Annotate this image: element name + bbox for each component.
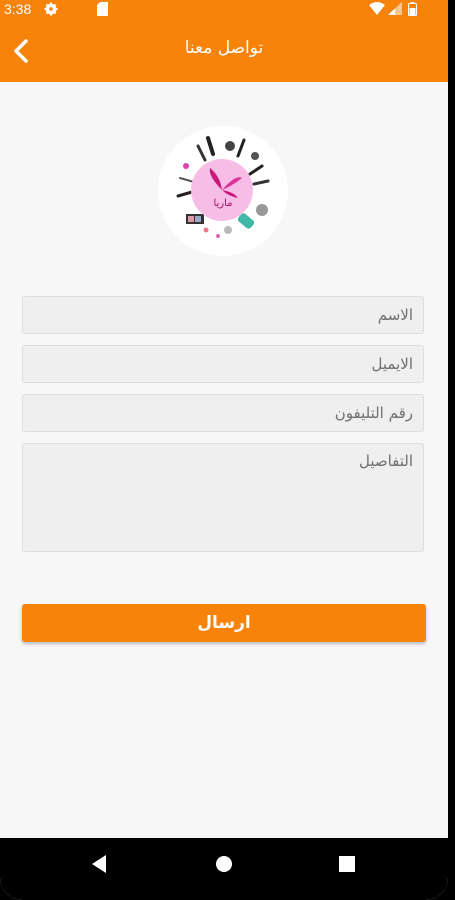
makeup-logo-graphic: [176, 136, 270, 238]
name-field[interactable]: [22, 296, 424, 334]
recents-square-icon[interactable]: [338, 854, 356, 878]
logo-text: ماريا: [213, 198, 233, 209]
name-input[interactable]: [23, 297, 423, 333]
signal-icon: [388, 2, 402, 19]
wifi-icon: [369, 2, 385, 19]
sd-card-icon: [97, 2, 108, 20]
details-field[interactable]: [22, 443, 424, 552]
details-textarea[interactable]: [23, 444, 423, 551]
status-bar: 3:38: [0, 0, 448, 20]
system-nav-bar: [0, 838, 448, 900]
submit-button[interactable]: ارسال: [22, 604, 426, 642]
back-triangle-icon[interactable]: [90, 854, 108, 878]
battery-icon: [408, 2, 417, 20]
status-time: 3:38: [4, 1, 32, 17]
email-input[interactable]: [23, 346, 423, 382]
app-screen: 3:38 تواصل معنا ماريا الاسم الايميل رقم …: [0, 0, 448, 900]
phone-field[interactable]: [22, 394, 424, 432]
settings-icon: [44, 2, 58, 20]
home-circle-icon[interactable]: [215, 854, 233, 878]
phone-input[interactable]: [23, 395, 423, 431]
app-bar: 3:38 تواصل معنا: [0, 0, 448, 82]
email-field[interactable]: [22, 345, 424, 383]
brand-logo: ماريا: [158, 126, 288, 256]
page-title: تواصل معنا: [184, 38, 264, 58]
